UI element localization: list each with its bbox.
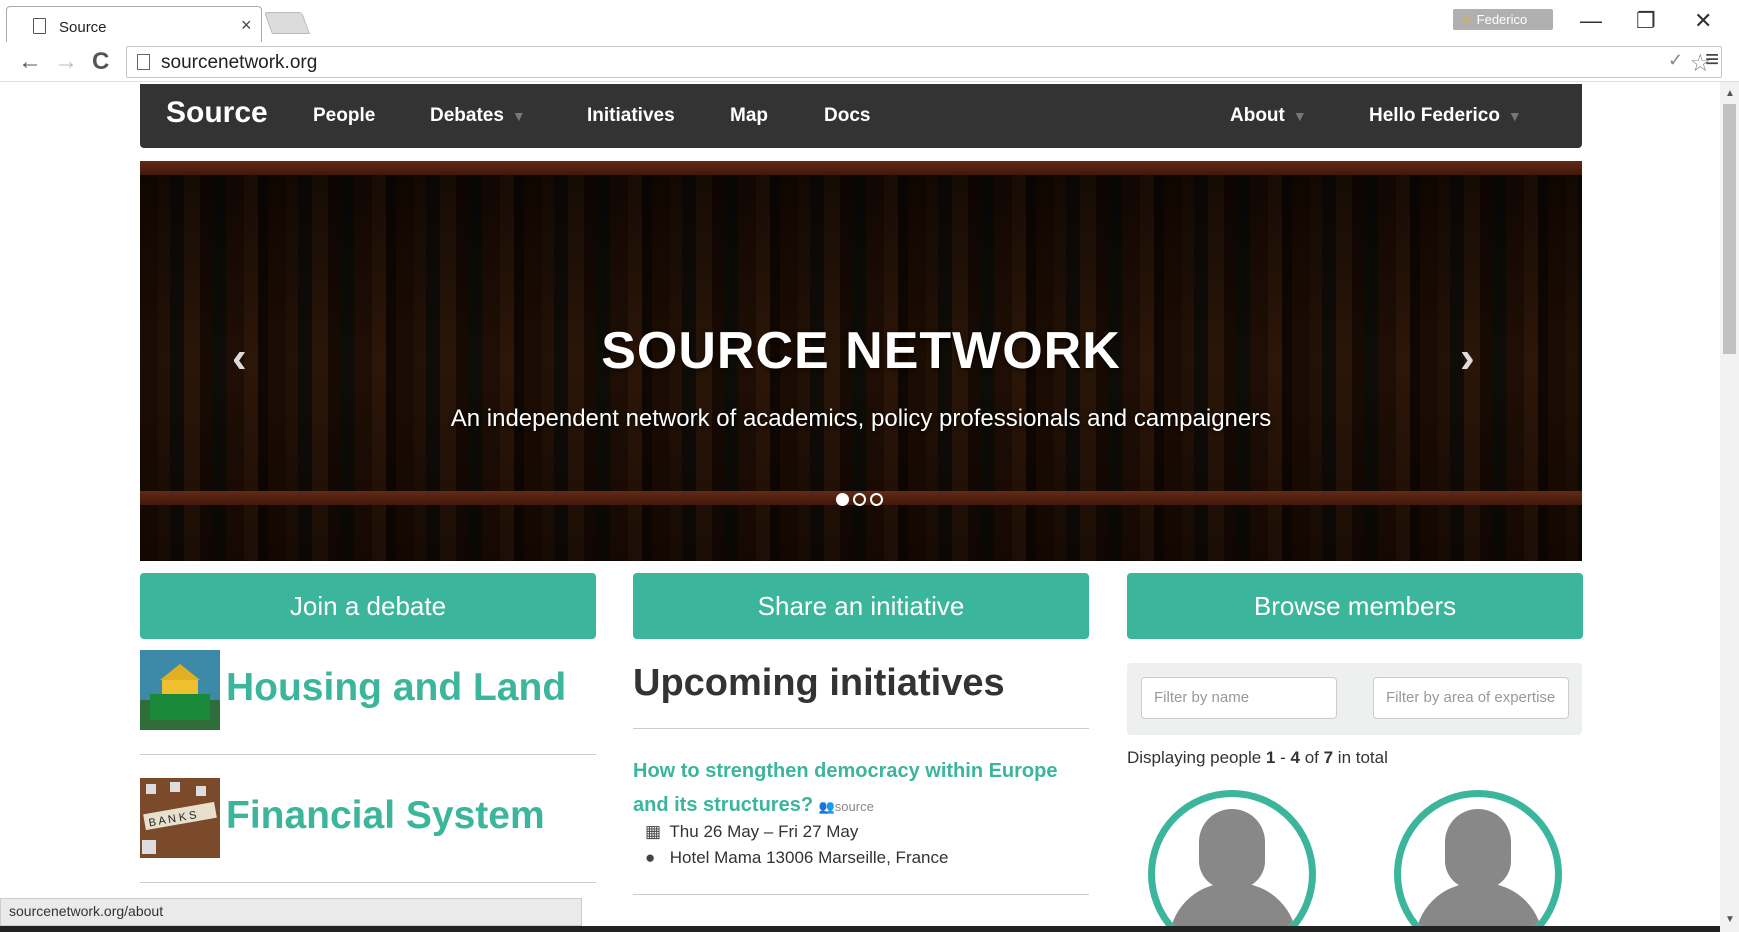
debate-item[interactable]: B A N K S Financial System bbox=[140, 778, 596, 858]
restore-icon[interactable]: ❐ bbox=[1636, 8, 1656, 34]
share-initiative-button[interactable]: Share an initiative bbox=[633, 573, 1089, 639]
count-prefix: Displaying people bbox=[1127, 748, 1266, 767]
count-from: 1 bbox=[1265, 748, 1276, 767]
count-of: of bbox=[1299, 748, 1324, 767]
extension-check-icon[interactable]: ✓ bbox=[1668, 50, 1683, 71]
nav-user-menu[interactable]: Hello Federico ▼ bbox=[1369, 105, 1522, 127]
nav-debates-label: Debates bbox=[430, 105, 504, 126]
status-bar: sourcenetwork.org/about bbox=[0, 898, 582, 926]
carousel-dot[interactable] bbox=[853, 493, 866, 506]
page-bottom-edge bbox=[0, 926, 1720, 932]
address-bar[interactable]: sourcenetwork.org ☆ bbox=[126, 46, 1722, 78]
page-icon bbox=[137, 54, 150, 70]
window-close-icon[interactable]: ✕ bbox=[1694, 8, 1712, 34]
avatar-body bbox=[1169, 883, 1297, 932]
browse-members-button[interactable]: Browse members bbox=[1127, 573, 1583, 639]
carousel-dot[interactable] bbox=[836, 493, 849, 506]
initiative-item[interactable]: How to strengthen democracy within Europ… bbox=[633, 754, 1093, 824]
profile-badge[interactable]: ⚠ Federico bbox=[1453, 9, 1553, 30]
finance-thumbnail: B A N K S bbox=[140, 778, 220, 858]
divider bbox=[633, 728, 1089, 729]
member-filters: Filter by name Filter by area of experti… bbox=[1127, 663, 1582, 735]
debate-item[interactable]: Housing and Land bbox=[140, 650, 596, 730]
group-icon: 👥 bbox=[818, 799, 835, 814]
calendar-icon: ▦ bbox=[645, 822, 662, 841]
close-tab-icon[interactable]: × bbox=[241, 15, 252, 36]
warning-icon: ⚠ bbox=[1461, 12, 1473, 27]
carousel-indicators bbox=[836, 493, 887, 511]
avatar-head bbox=[1199, 809, 1265, 889]
tab-title: Source bbox=[59, 19, 107, 36]
caret-down-icon: ▼ bbox=[1292, 108, 1307, 124]
page-viewport: Source People Debates ▼ Initiatives Map D… bbox=[0, 82, 1720, 932]
carousel-dot[interactable] bbox=[870, 493, 883, 506]
site-brand[interactable]: Source bbox=[166, 96, 268, 130]
back-icon[interactable]: ← bbox=[18, 48, 42, 76]
debate-title[interactable]: Financial System bbox=[226, 794, 545, 838]
avatar-head bbox=[1445, 809, 1511, 889]
initiative-location: ● Hotel Mama 13006 Marseille, France bbox=[645, 848, 948, 868]
avatar-body bbox=[1415, 883, 1543, 932]
nav-map[interactable]: Map bbox=[730, 105, 768, 127]
page-scrollbar[interactable]: ▲ ▼ bbox=[1720, 82, 1739, 932]
hero-title: SOURCE NETWORK bbox=[601, 322, 1121, 380]
hero-subtitle: An independent network of academics, pol… bbox=[450, 405, 1272, 432]
browser-toolbar: ← → C sourcenetwork.org ☆ ✓ ≡ bbox=[0, 42, 1739, 82]
debate-title[interactable]: Housing and Land bbox=[226, 666, 566, 710]
initiative-location-text: Hotel Mama 13006 Marseille, France bbox=[669, 848, 949, 867]
nav-user-label: Hello Federico bbox=[1369, 105, 1500, 126]
filter-name-input[interactable]: Filter by name bbox=[1141, 677, 1337, 719]
forward-icon[interactable]: → bbox=[54, 48, 78, 76]
scroll-up-icon[interactable]: ▲ bbox=[1725, 88, 1735, 99]
chrome-menu-icon[interactable]: ≡ bbox=[1705, 46, 1719, 74]
count-total: 7 bbox=[1323, 748, 1334, 767]
page-icon bbox=[33, 18, 46, 34]
initiative-dates: ▦ Thu 26 May – Fri 27 May bbox=[645, 822, 858, 842]
count-suffix: in total bbox=[1333, 748, 1388, 767]
scroll-down-icon[interactable]: ▼ bbox=[1725, 914, 1735, 925]
reload-icon[interactable]: C bbox=[92, 48, 109, 76]
minimize-icon[interactable]: — bbox=[1580, 8, 1602, 34]
filter-expertise-input[interactable]: Filter by area of expertise bbox=[1373, 677, 1569, 719]
nav-people[interactable]: People bbox=[313, 105, 375, 127]
nav-initiatives[interactable]: Initiatives bbox=[587, 105, 675, 127]
nav-debates[interactable]: Debates ▼ bbox=[430, 105, 526, 127]
divider bbox=[633, 894, 1089, 895]
avatar[interactable] bbox=[1394, 790, 1562, 932]
scroll-thumb[interactable] bbox=[1723, 104, 1736, 354]
new-tab-button[interactable] bbox=[263, 12, 311, 34]
carousel-next-icon[interactable]: › bbox=[1460, 333, 1475, 383]
avatar[interactable] bbox=[1148, 790, 1316, 932]
housing-thumbnail bbox=[140, 650, 220, 730]
caret-down-icon: ▼ bbox=[1507, 108, 1522, 124]
map-marker-icon: ● bbox=[645, 848, 656, 867]
carousel-prev-icon[interactable]: ‹ bbox=[232, 333, 247, 383]
browser-tabstrip: Source × ⚠ Federico — ❐ ✕ bbox=[0, 0, 1739, 42]
caret-down-icon: ▼ bbox=[511, 108, 526, 124]
divider bbox=[140, 754, 596, 755]
people-count: Displaying people 1 - 4 of 7 in total bbox=[1127, 748, 1388, 768]
initiative-date-text: Thu 26 May – Fri 27 May bbox=[669, 822, 859, 841]
nav-docs[interactable]: Docs bbox=[824, 105, 870, 127]
browser-tab[interactable]: Source × bbox=[6, 6, 262, 42]
count-sep: - bbox=[1275, 748, 1291, 767]
initiative-tag: source bbox=[834, 799, 874, 814]
divider bbox=[140, 882, 596, 883]
initiatives-heading: Upcoming initiatives bbox=[633, 662, 1005, 704]
hero-carousel: SOURCE NETWORK An independent network of… bbox=[140, 161, 1582, 561]
nav-about[interactable]: About ▼ bbox=[1230, 105, 1307, 127]
join-debate-button[interactable]: Join a debate bbox=[140, 573, 596, 639]
profile-name: Federico bbox=[1476, 12, 1528, 27]
count-to: 4 bbox=[1290, 748, 1300, 767]
url-text[interactable]: sourcenetwork.org bbox=[161, 52, 317, 74]
site-navbar: Source People Debates ▼ Initiatives Map D… bbox=[140, 84, 1582, 148]
nav-about-label: About bbox=[1230, 105, 1285, 126]
